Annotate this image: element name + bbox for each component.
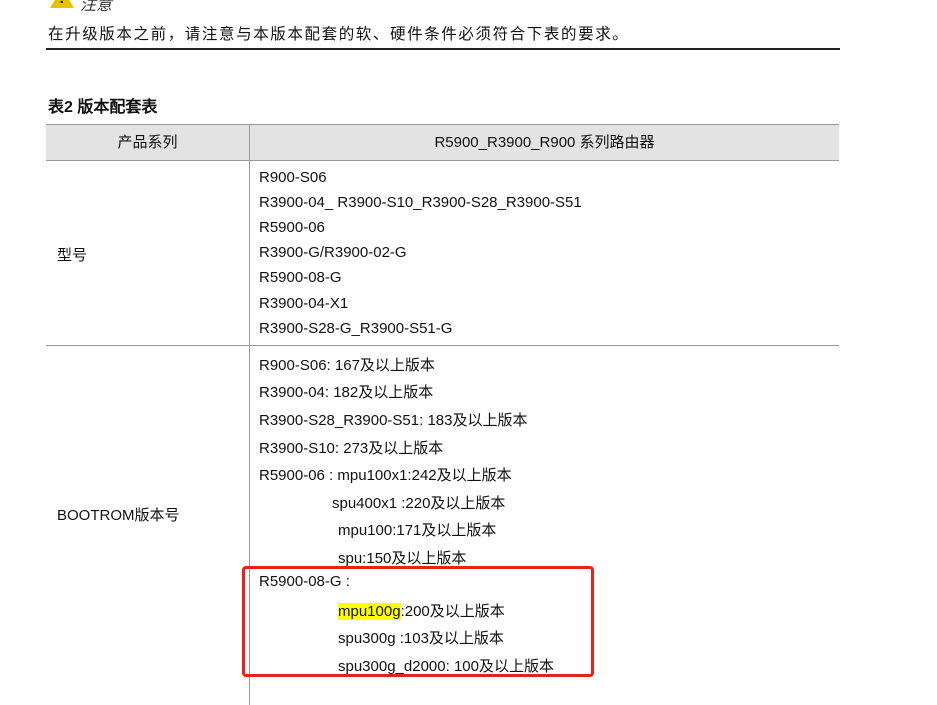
model-line: R5900-06 xyxy=(259,219,325,236)
bootrom-line: R3900-04: 182及以上版本 xyxy=(259,384,434,401)
table-caption: 表2 版本配套表 xyxy=(48,99,158,116)
bootrom-line: R5900-06 : mpu100x1:242及以上版本 xyxy=(259,467,512,484)
bootrom-line: mpu100:171及以上版本 xyxy=(338,522,497,539)
row-divider xyxy=(46,345,839,346)
caution-text: 在升级版本之前，请注意与本版本配套的软、硬件条件必须符合下表的要求。 xyxy=(48,25,630,43)
model-line: R3900-G/R3900-02-G xyxy=(259,244,407,261)
model-line: R900-S06 xyxy=(259,169,327,186)
bootrom-line: spu:150及以上版本 xyxy=(338,550,467,567)
bootrom-line: R3900-S28_R3900-S51: 183及以上版本 xyxy=(259,412,528,429)
caution-label: 注意 xyxy=(80,0,113,14)
bootrom-line: R900-S06: 167及以上版本 xyxy=(259,357,435,374)
warning-icon xyxy=(50,0,74,8)
model-line: R3900-04_ R3900-S10_R3900-S28_R3900-S51 xyxy=(259,194,582,211)
table-header-row: 产品系列 R5900_R3900_R900 系列路由器 xyxy=(46,125,839,161)
model-row-label: 型号 xyxy=(57,247,88,264)
header-router-series: R5900_R3900_R900 系列路由器 xyxy=(434,134,655,151)
bootrom-row-label: BOOTROM版本号 xyxy=(57,507,180,524)
model-line: R3900-04-X1 xyxy=(259,295,349,312)
bootrom-line: spu400x1 :220及以上版本 xyxy=(332,495,506,512)
header-product-series: 产品系列 xyxy=(117,134,178,151)
red-annotation-box xyxy=(242,566,594,677)
model-line: R3900-S28-G_R3900-S51-G xyxy=(259,320,453,337)
model-line: R5900-08-G xyxy=(259,269,342,286)
bootrom-line: R3900-S10: 273及以上版本 xyxy=(259,440,444,457)
caution-divider xyxy=(46,48,840,50)
